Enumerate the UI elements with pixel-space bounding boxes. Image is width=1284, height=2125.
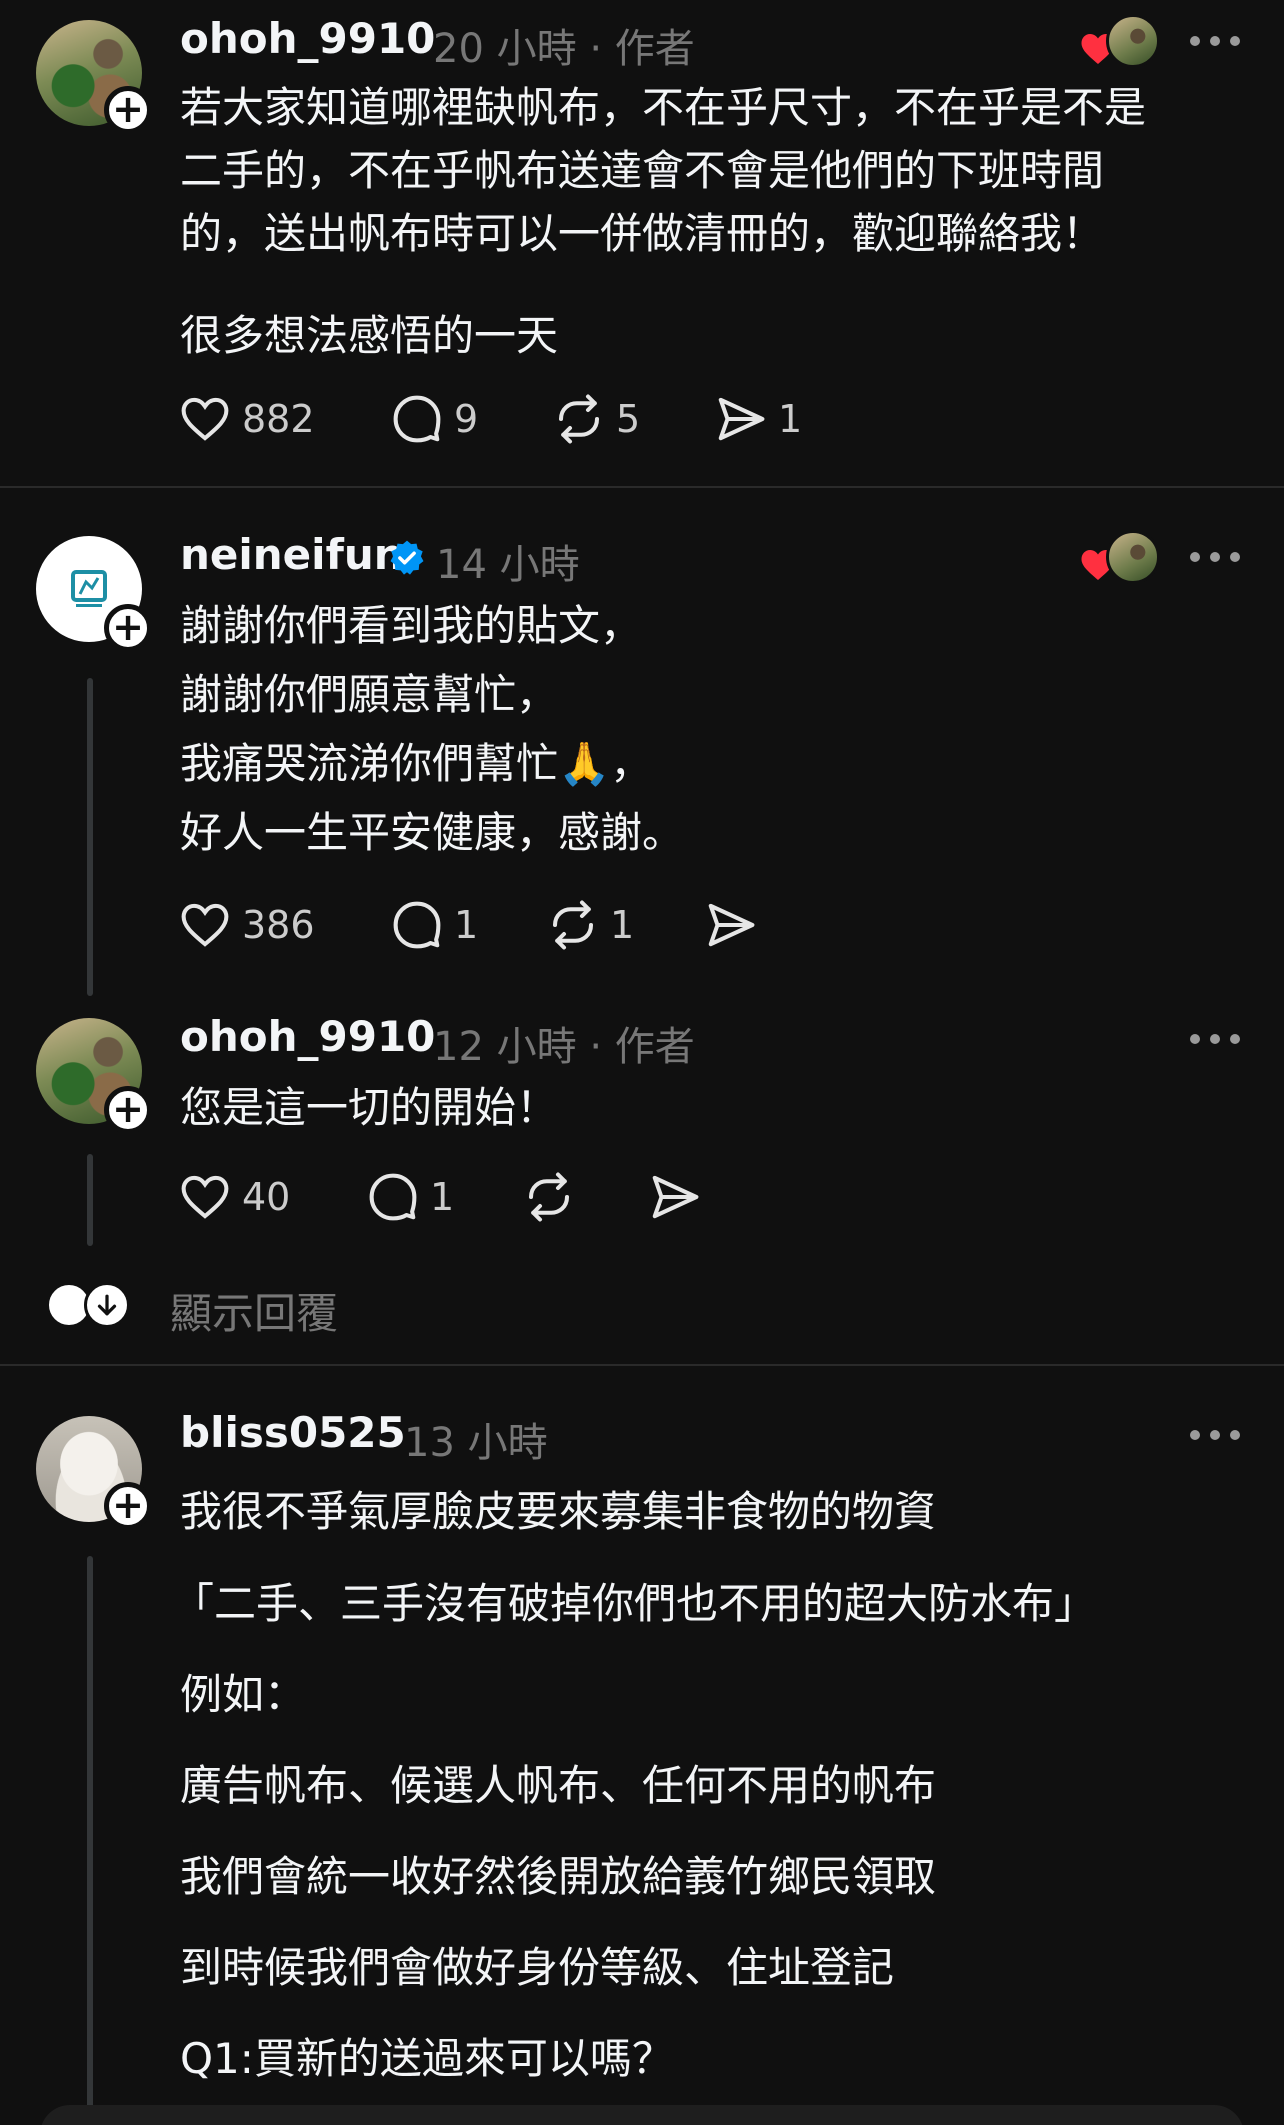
repost-icon [528, 1172, 570, 1222]
more-options-icon[interactable] [1190, 1032, 1240, 1046]
verified-badge-icon [390, 540, 424, 575]
repost-button[interactable]: 1 [546, 898, 634, 952]
post-text-paragraph: 廣告帆布、候選人帆布、任何不用的帆布 [180, 1761, 937, 1810]
post-text-paragraph: 很多想法感悟的一天 [180, 311, 559, 360]
post-text-paragraph: 「二手、三手沒有破掉你們也不用的超大防水布」 [172, 1579, 1097, 1628]
share-button[interactable] [648, 1170, 702, 1224]
like-count: 40 [242, 1175, 291, 1219]
repost-button[interactable]: 5 [552, 392, 640, 446]
more-options-icon[interactable] [1190, 1428, 1240, 1442]
post-meta: 12 小時 · 作者 [433, 1024, 695, 1070]
post-text-paragraph: 到時候我們會做好身份等級、住址登記 [180, 1943, 895, 1992]
post-text-line: 謝謝你們願意幫忙， [180, 670, 559, 719]
author-liked-indicator [1080, 530, 1160, 590]
post-divider [0, 486, 1284, 488]
share-button[interactable] [704, 898, 758, 952]
reply-count: 1 [454, 903, 479, 947]
reply-button[interactable]: 9 [390, 392, 478, 446]
post-text-paragraph: 我們會統一收好然後開放給義竹鄉民領取 [180, 1852, 937, 1901]
arrow-down-icon [84, 1282, 130, 1328]
post-meta: 14 小時 [436, 542, 580, 588]
username[interactable]: ohoh_9910 [180, 14, 435, 63]
username[interactable]: ohoh_9910 [180, 1012, 435, 1061]
comment-icon [393, 901, 441, 949]
post-text-line: 好人一生平安健康，感謝。 [180, 808, 685, 857]
post-divider [0, 1364, 1284, 1366]
thread-connector [87, 1556, 93, 2125]
liker-avatar [1106, 14, 1160, 68]
like-count: 882 [242, 397, 315, 441]
comment-icon [393, 395, 441, 443]
reply-button[interactable]: 1 [390, 898, 478, 952]
username[interactable]: neineifun [180, 530, 404, 579]
heart-icon [181, 397, 229, 441]
more-options-icon[interactable] [1190, 550, 1240, 564]
follow-plus-icon[interactable]: + [104, 1482, 152, 1530]
post-text-line: 我痛哭流涕你們幫忙🙏， [180, 739, 653, 788]
heart-icon [181, 1175, 229, 1219]
show-replies-label[interactable]: 顯示回覆 [170, 1280, 338, 1341]
comment-icon [369, 1173, 417, 1221]
send-icon [652, 1175, 699, 1219]
like-button[interactable]: 40 [178, 1170, 290, 1224]
repost-count: 5 [616, 397, 641, 441]
reply-count: 9 [454, 397, 479, 441]
follow-plus-icon[interactable]: + [104, 86, 152, 134]
author-liked-indicator [1080, 14, 1160, 74]
follow-plus-icon[interactable]: + [104, 604, 152, 652]
follow-plus-icon[interactable]: + [104, 1086, 152, 1134]
send-icon [708, 903, 755, 947]
post-text-line: 二手的，不在乎帆布送達會不會是他們的下班時間 [180, 146, 1105, 195]
more-options-icon[interactable] [1190, 34, 1240, 48]
liker-avatar [1106, 530, 1160, 584]
repost-icon [558, 394, 600, 444]
post-text-line: 您是這一切的開始！ [180, 1083, 559, 1132]
heart-icon [181, 903, 229, 947]
repost-button[interactable] [522, 1170, 576, 1224]
post-text-line: 若大家知道哪裡缺帆布，不在乎尺寸，不在乎是不是 [180, 83, 1147, 132]
reply-count: 1 [430, 1175, 455, 1219]
post-text-paragraph: 我很不爭氣厚臉皮要來募集非食物的物資 [180, 1487, 937, 1536]
post-meta: 13 小時 [404, 1420, 548, 1466]
post-text-line: 的，送出帆布時可以一併做清冊的，歡迎聯絡我！ [180, 209, 1105, 258]
repost-count: 1 [610, 903, 635, 947]
thread-connector [87, 678, 93, 996]
thread-connector [87, 1154, 93, 1246]
like-count: 386 [242, 903, 315, 947]
username[interactable]: bliss0525 [180, 1408, 406, 1457]
share-button[interactable]: 1 [714, 392, 802, 446]
post-text-paragraph: 例如： [180, 1670, 307, 1719]
reply-button[interactable]: 1 [366, 1170, 454, 1224]
like-button[interactable]: 386 [178, 898, 315, 952]
like-button[interactable]: 882 [178, 392, 315, 446]
send-icon [718, 397, 765, 441]
repost-icon [552, 900, 594, 950]
share-count: 1 [778, 397, 803, 441]
post-meta: 20 小時 · 作者 [433, 26, 695, 72]
bottom-sheet-edge [40, 2105, 1244, 2125]
threads-feed: + ohoh_9910 20 小時 · 作者 若大家知道哪裡缺帆布，不在乎尺寸，… [0, 0, 1284, 2125]
post-text-paragraph: Q1:買新的送過來可以嗎？ [180, 2034, 674, 2083]
post-text-line: 謝謝你們看到我的貼文， [180, 601, 643, 650]
